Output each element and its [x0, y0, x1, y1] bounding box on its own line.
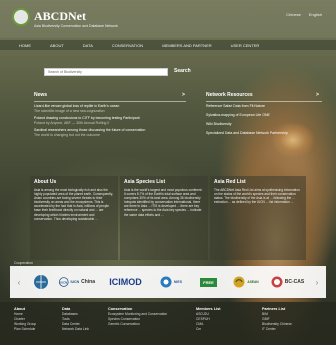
news-more-icon[interactable]: > — [182, 92, 185, 98]
species-list-title[interactable]: Asia Species List — [124, 179, 204, 185]
search-button[interactable]: Search — [174, 68, 191, 74]
species-list-panel: Asia Species List Asia is the world's la… — [120, 176, 208, 260]
partner-logo-asean[interactable]: ASEAN — [231, 273, 261, 291]
resource-item[interactable]: Sylvatica-mapping of European Life ONE — [206, 113, 324, 117]
red-list-panel: Asia Red List The ABCDNet Asia Red List … — [210, 176, 306, 260]
footer-link[interactable]: Plan Schedule — [14, 327, 36, 332]
news-title: News — [34, 92, 48, 98]
nav-user-center[interactable]: USER CENTER — [224, 43, 272, 48]
news-item-sub: The scientific image of a new sea-cogniz… — [34, 108, 105, 113]
partner-china-name: China — [81, 279, 95, 285]
news-item[interactable]: Lizard-like venom global loss of reptile… — [34, 104, 184, 113]
main-nav: HOME ABOUT DATA CONSERVATION MEMBERS AND… — [0, 40, 336, 50]
partner-bc-cas-name: BC-CAS — [284, 279, 305, 285]
nav-conservation[interactable]: CONSERVATION — [105, 43, 155, 48]
resources-title: Network Resources — [206, 92, 253, 98]
partner-logo-free[interactable]: FREE — [195, 273, 223, 291]
partner-nies-name: NIES — [173, 280, 183, 284]
partner-logo-nies[interactable]: NIES — [156, 273, 186, 291]
resource-item[interactable]: Wiki Biodiversity — [206, 122, 324, 126]
footer-col-conservation: Conservation Ecosystem Monitoring and Co… — [108, 307, 178, 327]
news-item-sub: The world is changing but not the outcom… — [34, 132, 100, 137]
footer-col-partners: Partners List BIM GBIF Biodiversity Chin… — [262, 307, 292, 332]
footer-link[interactable]: Genetic Conservation — [108, 322, 178, 327]
site-title[interactable]: ABCDNet — [34, 9, 86, 24]
partner-logo-bc-cas[interactable]: BC-CAS — [270, 273, 306, 291]
carousel-prev-icon[interactable]: ‹ — [16, 278, 22, 287]
carousel-next-icon[interactable]: › — [314, 278, 320, 287]
red-list-title[interactable]: Asia Red List — [214, 179, 302, 185]
logo-icon[interactable] — [12, 8, 30, 26]
red-list-text: The ABCDNet Asia Red List aims at synthe… — [214, 188, 300, 205]
about-us-text: Asia is among the most biologically rich… — [34, 188, 113, 221]
language-links: Chinese English — [286, 12, 322, 17]
resource-item[interactable]: Reference Safari Data from Fit Nature — [206, 104, 324, 108]
news-item[interactable]: Sardinal researchers among those discuss… — [34, 128, 184, 137]
footer-link[interactable]: IT Center — [262, 327, 292, 332]
species-list-text: Asia is the world's largest and most pop… — [124, 188, 203, 217]
partner-free-name: FREE — [200, 277, 217, 287]
site-header: ABCDNet Asia Biodiversity Conservation a… — [0, 0, 336, 38]
link-chinese[interactable]: Chinese — [286, 12, 301, 17]
news-item[interactable]: Poland drawing conclusions to CITF by be… — [34, 116, 184, 125]
partner-logo-icimod[interactable]: ICIMOD — [104, 273, 148, 291]
nav-data[interactable]: DATA — [76, 43, 105, 48]
nav-about[interactable]: ABOUT — [43, 43, 76, 48]
partner-carousel: ‹ IUCN IUCN China ICIMOD NIES FREE ASEAN… — [10, 266, 326, 298]
partner-logo-iucn[interactable]: IUCN IUCN China — [59, 273, 95, 291]
nav-home[interactable]: HOME — [12, 43, 43, 48]
about-us-panel: About Us Asia is among the most biologic… — [30, 176, 118, 260]
about-us-title[interactable]: About Us — [34, 179, 114, 185]
cooperation-label: Cooperation — [14, 261, 34, 265]
footer-col-members: Members List ASOJ2U CESPUH CMA Cm — [196, 307, 220, 332]
news-divider — [34, 101, 186, 102]
footer-link[interactable]: Cm — [196, 327, 220, 332]
news-item-sub: Poland by Anyone, ABF — 30th Annual Roll… — [34, 120, 110, 125]
partner-iucn-name: IUCN — [70, 280, 80, 284]
partner-asean-name: ASEAN — [247, 280, 259, 284]
footer-link[interactable]: Network Data Link — [62, 327, 89, 332]
resources-more-icon[interactable]: > — [316, 92, 319, 98]
site-subtitle: Asia Biodiversity Conservation and Datab… — [34, 24, 118, 28]
nav-members[interactable]: MEMBERS AND PARTNER — [155, 43, 223, 48]
footer-col-about: About Home Charter Working Group Plan Sc… — [14, 307, 36, 332]
search-input[interactable]: Search of Biodiversity — [44, 68, 168, 76]
resources-divider — [206, 101, 322, 102]
footer-col-data: Data Databases Tools Data Center Network… — [62, 307, 89, 332]
svg-text:IUCN: IUCN — [60, 281, 67, 285]
link-english[interactable]: English — [309, 12, 322, 17]
partner-logo-globe[interactable] — [31, 273, 51, 291]
resource-item[interactable]: Specialized Data and Database Network Pa… — [206, 131, 324, 135]
